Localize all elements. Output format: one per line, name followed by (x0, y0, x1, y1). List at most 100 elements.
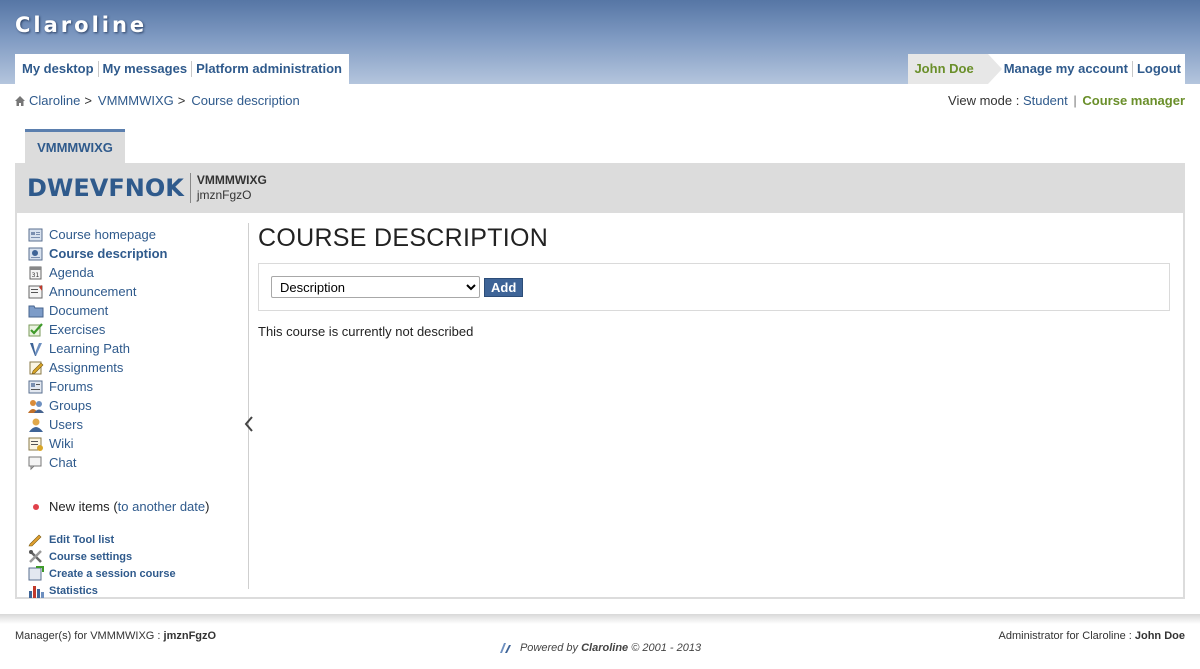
tool-learning-path[interactable]: Learning Path (28, 339, 167, 358)
footer-manager-label: Manager(s) for VMMMWIXG : (15, 630, 161, 642)
breadcrumb-separator: > (84, 93, 92, 108)
breadcrumb: Claroline > VMMMWIXG > Course descriptio… (15, 93, 300, 108)
tool-agenda[interactable]: 31 Agenda (28, 263, 167, 282)
course-description-icon (28, 247, 43, 260)
tools-icon (29, 550, 42, 563)
tool-document[interactable]: Document (28, 301, 167, 320)
footer-divider (0, 614, 1200, 624)
course-tab[interactable]: VMMMWIXG (25, 129, 125, 163)
svg-text:31: 31 (32, 272, 40, 279)
course-title[interactable]: DWEVFNOK (27, 173, 191, 203)
tool-label: Course description (49, 246, 168, 261)
powered-by-brand[interactable]: Claroline (581, 642, 628, 654)
statistics-icon (29, 586, 44, 598)
tool-list: Course homepage Course description 31 Ag… (28, 225, 167, 472)
forums-icon (28, 380, 43, 393)
course-code: VMMMWIXG (196, 173, 267, 187)
statistics-link[interactable]: Statistics (28, 582, 176, 599)
tool-label: Assignments (49, 360, 124, 375)
manage-account-link[interactable]: Manage my account (1000, 54, 1132, 84)
account-menu: John Doe Manage my account Logout (908, 54, 1185, 84)
tool-label: Course homepage (49, 227, 156, 242)
tool-label: Exercises (49, 322, 106, 337)
new-items-label: New items (49, 499, 110, 514)
platform-administration-link[interactable]: Platform administration (192, 54, 346, 84)
view-mode-student-link[interactable]: Student (1023, 93, 1068, 108)
empty-description-message: This course is currently not described (258, 324, 474, 339)
tool-groups[interactable]: Groups (28, 396, 167, 415)
course-admin-tools: Edit Tool list Course settings Create a … (28, 531, 176, 599)
tool-label: Document (49, 303, 109, 318)
breadcrumb-separator: > (177, 93, 186, 108)
edit-tool-list-link[interactable]: Edit Tool list (28, 531, 176, 548)
tool-course-homepage[interactable]: Course homepage (28, 225, 167, 244)
description-type-select[interactable]: Description (271, 276, 480, 298)
session-course-icon (28, 566, 44, 581)
top-banner: Claroline My desktop My messages Platfor… (0, 0, 1200, 84)
wiki-icon (28, 437, 43, 451)
groups-icon (28, 399, 44, 413)
description-form: Description Add (258, 263, 1170, 311)
tool-label: Wiki (49, 436, 74, 451)
course-settings-link[interactable]: Course settings (28, 548, 176, 565)
assignments-icon (29, 361, 44, 374)
main-content: COURSE DESCRIPTION Description Add This … (258, 223, 1173, 339)
course-tool-sidebar: Course homepage Course description 31 Ag… (25, 223, 253, 598)
powered-by-prefix: Powered by (519, 642, 579, 654)
my-desktop-link[interactable]: My desktop (18, 54, 98, 84)
announcement-icon (28, 284, 43, 298)
breadcrumb-home-link[interactable]: Claroline (29, 93, 80, 108)
agenda-icon: 31 (29, 266, 42, 279)
footer-powered-by: Powered by Claroline © 2001 - 2013 (0, 642, 1200, 654)
course-manager-name: jmznFgzO (196, 188, 252, 202)
tool-users[interactable]: Users (28, 415, 167, 434)
chat-icon (28, 456, 42, 470)
username-label: John Doe (908, 54, 1002, 84)
footer-admin-name[interactable]: John Doe (1135, 630, 1185, 642)
admin-tool-label: Create a session course (49, 567, 176, 580)
home-icon (15, 95, 25, 106)
tool-chat[interactable]: Chat (28, 453, 167, 472)
user-menu: My desktop My messages Platform administ… (15, 54, 349, 84)
breadcrumb-current-link[interactable]: Course description (191, 93, 299, 108)
collapse-sidebar-icon[interactable] (244, 415, 256, 433)
create-session-course-link[interactable]: Create a session course (28, 565, 176, 582)
logout-link[interactable]: Logout (1133, 54, 1185, 84)
tool-course-description[interactable]: Course description (28, 244, 167, 263)
user-icon (29, 418, 43, 432)
new-items-close-paren: ) (205, 499, 210, 514)
course-meta: VMMMWIXG jmznFgzO (197, 173, 267, 203)
powered-by-copyright: © 2001 - 2013 (631, 642, 702, 654)
admin-tool-label: Edit Tool list (49, 533, 115, 546)
learning-path-icon (30, 342, 42, 356)
tool-label: Chat (49, 455, 77, 470)
footer-manager-name[interactable]: jmznFgzO (164, 630, 217, 642)
tool-announcement[interactable]: Announcement (28, 282, 167, 301)
main-frame: Course homepage Course description 31 Ag… (15, 213, 1185, 599)
tool-label: Forums (49, 379, 94, 394)
folder-icon (28, 305, 44, 317)
another-date-link[interactable]: to another date (118, 499, 205, 514)
footer-admin-label: Administrator for Claroline : (998, 630, 1132, 642)
view-mode: View mode : Student | Course manager (948, 93, 1185, 108)
claroline-logo-icon (499, 643, 511, 654)
footer-course-managers: Manager(s) for VMMMWIXG : jmznFgzO (15, 630, 216, 642)
pencil-icon (28, 534, 42, 547)
tool-label: Announcement (49, 284, 137, 299)
tool-forums[interactable]: Forums (28, 377, 167, 396)
new-items: New items (to another date) (28, 499, 209, 514)
tool-wiki[interactable]: Wiki (28, 434, 167, 453)
course-header: DWEVFNOK VMMMWIXG jmznFgzO (15, 163, 1185, 213)
my-messages-link[interactable]: My messages (99, 54, 192, 84)
tool-assignments[interactable]: Assignments (28, 358, 167, 377)
checkmark-icon (28, 322, 43, 336)
tool-label: Users (49, 417, 83, 432)
tool-label: Groups (49, 398, 92, 413)
site-name[interactable]: Claroline (15, 13, 147, 37)
course-homepage-icon (28, 228, 43, 241)
breadcrumb-course-link[interactable]: VMMMWIXG (98, 93, 174, 108)
tool-exercises[interactable]: Exercises (28, 320, 167, 339)
view-mode-course-manager[interactable]: Course manager (1082, 93, 1185, 108)
page-title: COURSE DESCRIPTION (258, 224, 549, 252)
add-button[interactable]: Add (484, 277, 524, 297)
